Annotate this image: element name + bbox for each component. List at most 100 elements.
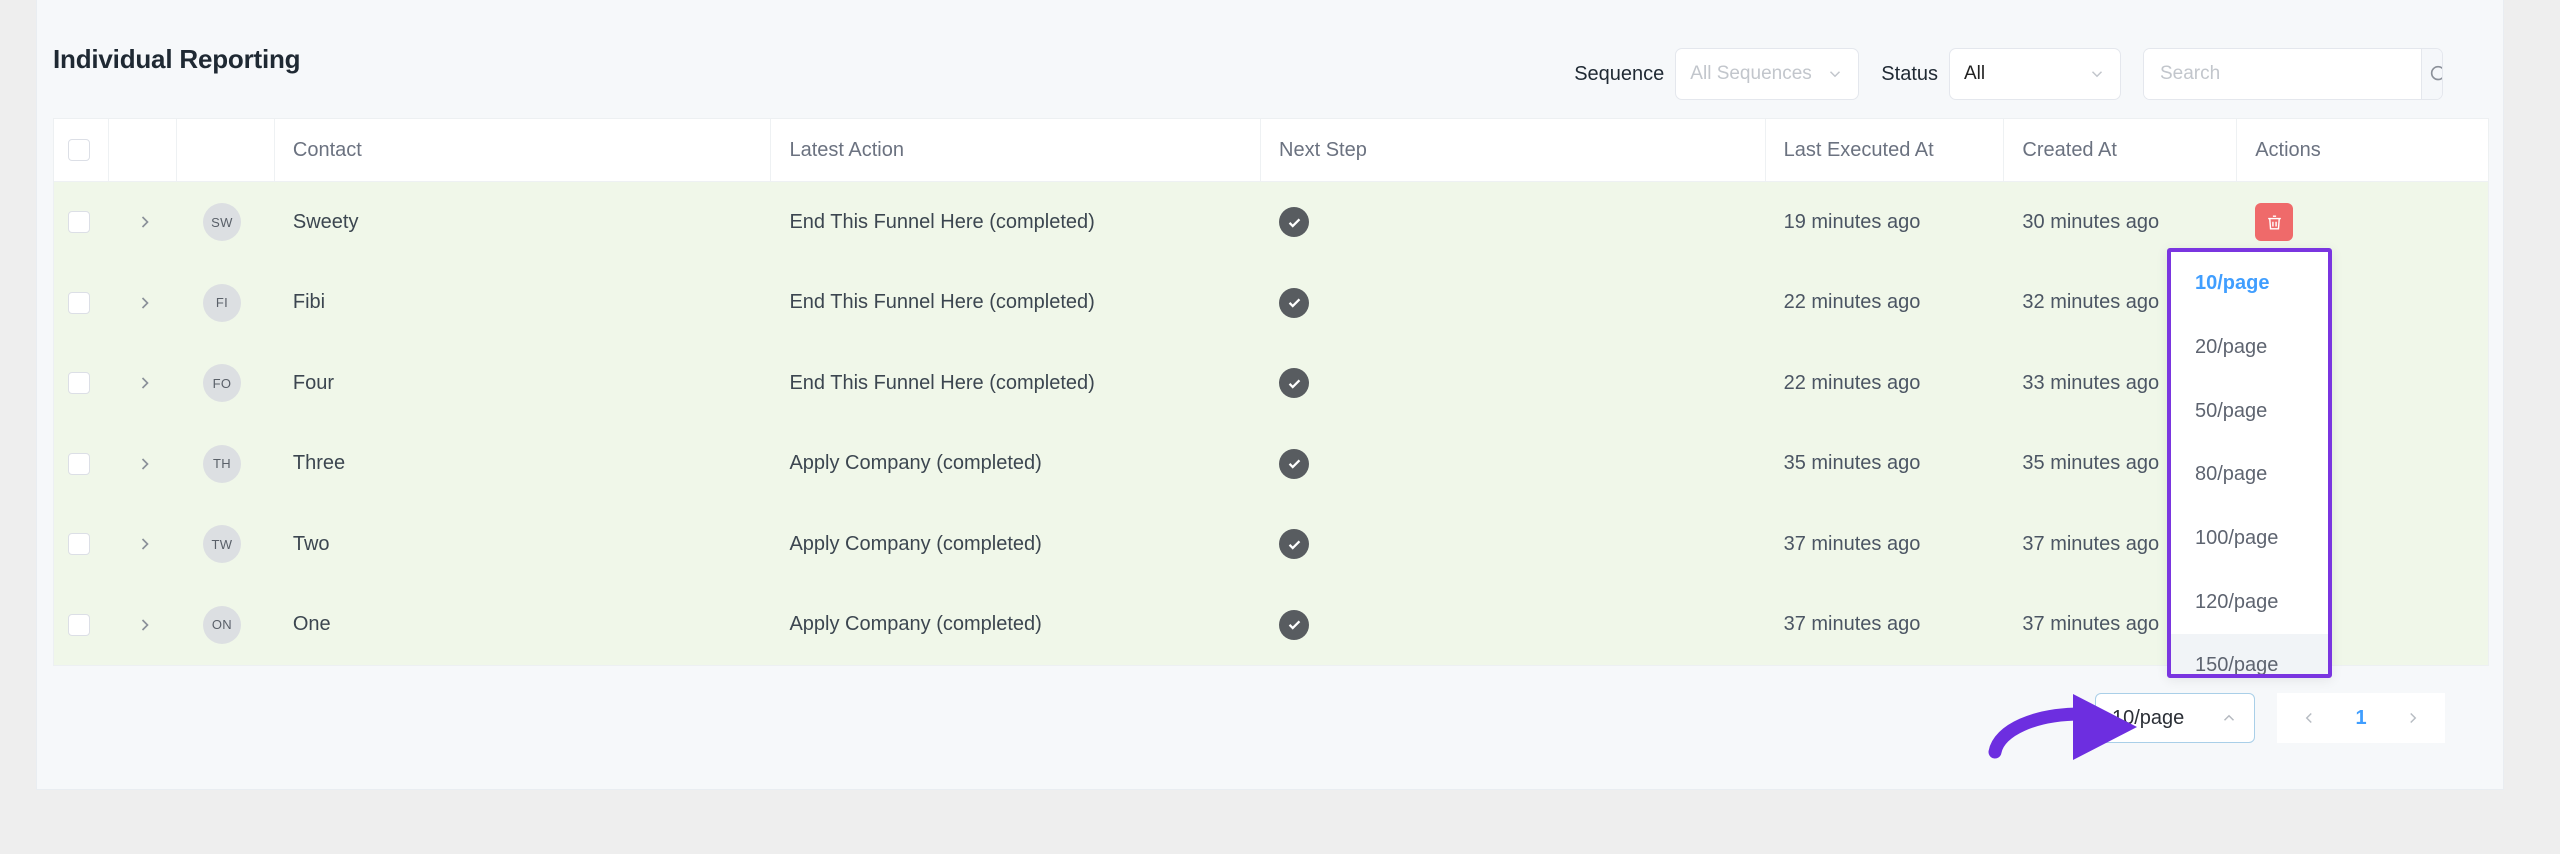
row-avatar-cell: TH <box>177 424 275 505</box>
row-select-cell <box>54 585 109 666</box>
avatar: TW <box>202 525 241 564</box>
sequence-filter-value: All Sequences <box>1690 63 1812 84</box>
latest-action-text: Apply Company (completed) <box>789 452 1042 475</box>
pagination-bar: 10/page 1 <box>53 678 2489 758</box>
check-circle-icon <box>1279 609 1310 640</box>
cell-next-step <box>1261 424 1766 505</box>
column-header-contact[interactable]: Contact <box>275 119 772 181</box>
column-header-actions[interactable]: Actions <box>2237 119 2488 181</box>
last-executed-at-text: 35 minutes ago <box>1783 452 1921 475</box>
column-header-next-step[interactable]: Next Step <box>1261 119 1766 181</box>
contact-name: Three <box>292 452 346 475</box>
row-select-cell <box>54 263 109 344</box>
page-title: Individual Reporting <box>53 44 301 74</box>
row-checkbox[interactable] <box>68 211 90 234</box>
row-expand-cell <box>109 424 177 505</box>
column-header-created-at[interactable]: Created At <box>2004 119 2238 181</box>
status-filter-select[interactable]: All <box>1949 48 2121 100</box>
search-button[interactable] <box>2421 49 2442 99</box>
search-box[interactable] <box>2143 48 2443 100</box>
created-at-text: 37 minutes ago <box>2022 613 2160 636</box>
chevron-down-icon <box>2088 65 2106 83</box>
latest-action-text: End This Funnel Here (completed) <box>789 371 1095 394</box>
page-size-option-20[interactable]: 20/page <box>2171 316 2328 380</box>
page-size-option-50[interactable]: 50/page <box>2171 379 2328 443</box>
page-size-option-80[interactable]: 80/page <box>2171 443 2328 507</box>
chevron-right-icon[interactable] <box>135 454 155 474</box>
pager: 1 <box>2277 693 2445 743</box>
cell-latest-action: End This Funnel Here (completed) <box>771 182 1261 263</box>
page-size-option-150[interactable]: 150/page <box>2171 634 2328 674</box>
page-size-option-10[interactable]: 10/page <box>2171 252 2328 316</box>
row-avatar-cell: SW <box>177 182 275 263</box>
reporting-table: Contact Latest Action Next Step Last Exe… <box>53 118 2489 666</box>
last-executed-at-text: 37 minutes ago <box>1783 532 1921 555</box>
table-row[interactable]: FI Fibi End This Funnel Here (completed)… <box>54 262 2488 344</box>
page-size-option-100[interactable]: 100/page <box>2171 507 2328 571</box>
created-at-text: 37 minutes ago <box>2022 532 2160 555</box>
pager-page-1[interactable]: 1 <box>2335 693 2387 743</box>
search-input[interactable] <box>2144 49 2421 99</box>
column-header-last-executed-at[interactable]: Last Executed At <box>1766 119 2005 181</box>
contact-name: One <box>292 613 331 636</box>
avatar: ON <box>202 605 241 644</box>
cell-next-step <box>1261 504 1766 585</box>
row-avatar-cell: FO <box>177 343 275 424</box>
screenshot-root: Individual Reporting Sequence All Sequen… <box>0 0 2560 854</box>
last-executed-at-text: 19 minutes ago <box>1783 210 1921 233</box>
page-size-select[interactable]: 10/page <box>2095 693 2255 743</box>
reporting-card: Individual Reporting Sequence All Sequen… <box>36 0 2504 790</box>
row-checkbox[interactable] <box>68 613 90 636</box>
chevron-right-icon[interactable] <box>135 534 155 554</box>
chevron-right-icon[interactable] <box>135 373 155 393</box>
cell-latest-action: End This Funnel Here (completed) <box>771 263 1261 344</box>
table-row[interactable]: ON One Apply Company (completed) 37 minu… <box>54 584 2488 666</box>
cell-contact: Two <box>275 504 772 585</box>
chevron-right-icon[interactable] <box>135 293 155 313</box>
row-avatar-cell: ON <box>177 585 275 666</box>
cell-latest-action: Apply Company (completed) <box>771 585 1261 666</box>
pager-prev-button[interactable] <box>2283 693 2335 743</box>
sequence-filter-select[interactable]: All Sequences <box>1675 48 1860 100</box>
chevron-right-icon <box>2404 709 2422 727</box>
created-at-text: 33 minutes ago <box>2022 371 2160 394</box>
row-expand-cell <box>109 263 177 344</box>
chevron-right-icon[interactable] <box>135 212 155 232</box>
row-expand-cell <box>109 504 177 585</box>
cell-last-executed-at: 37 minutes ago <box>1766 504 2005 585</box>
delete-row-button[interactable] <box>2255 203 2294 242</box>
table-row[interactable]: SW Sweety End This Funnel Here (complete… <box>54 182 2488 263</box>
pager-next-button[interactable] <box>2387 693 2439 743</box>
page-size-option-120[interactable]: 120/page <box>2171 570 2328 634</box>
row-checkbox[interactable] <box>68 372 90 395</box>
status-filter-label: Status <box>1881 62 1938 85</box>
column-header-latest-action[interactable]: Latest Action <box>771 119 1262 181</box>
cell-contact: Sweety <box>275 182 772 263</box>
cell-contact: One <box>275 585 772 666</box>
cell-last-executed-at: 37 minutes ago <box>1766 585 2005 666</box>
contact-name: Fibi <box>292 291 326 314</box>
table-row[interactable]: TW Two Apply Company (completed) 37 minu… <box>54 504 2488 585</box>
page-size-value: 10/page <box>2112 706 2185 729</box>
row-checkbox[interactable] <box>68 452 90 475</box>
chevron-right-icon[interactable] <box>135 615 155 635</box>
table-row[interactable]: TH Three Apply Company (completed) 35 mi… <box>54 423 2488 505</box>
page-size-dropdown-panel: 10/page 20/page 50/page 80/page 100/page… <box>2167 248 2332 678</box>
search-icon <box>2428 63 2442 85</box>
avatar: FI <box>202 283 241 322</box>
avatar: SW <box>202 203 241 242</box>
created-at-text: 32 minutes ago <box>2022 291 2160 314</box>
cell-last-executed-at: 19 minutes ago <box>1766 182 2005 263</box>
card-header: Individual Reporting Sequence All Sequen… <box>37 0 2503 118</box>
last-executed-at-text: 22 minutes ago <box>1783 371 1921 394</box>
trash-icon <box>2265 213 2284 232</box>
status-filter-value: All <box>1964 63 1986 84</box>
cell-next-step <box>1261 585 1766 666</box>
row-checkbox[interactable] <box>68 291 90 314</box>
select-all-checkbox[interactable] <box>68 139 90 161</box>
row-avatar-cell: FI <box>177 263 275 344</box>
chevron-up-icon <box>2220 709 2238 727</box>
table-row[interactable]: FO Four End This Funnel Here (completed)… <box>54 343 2488 424</box>
row-checkbox[interactable] <box>68 533 90 556</box>
header-avatar-cell <box>177 119 275 181</box>
